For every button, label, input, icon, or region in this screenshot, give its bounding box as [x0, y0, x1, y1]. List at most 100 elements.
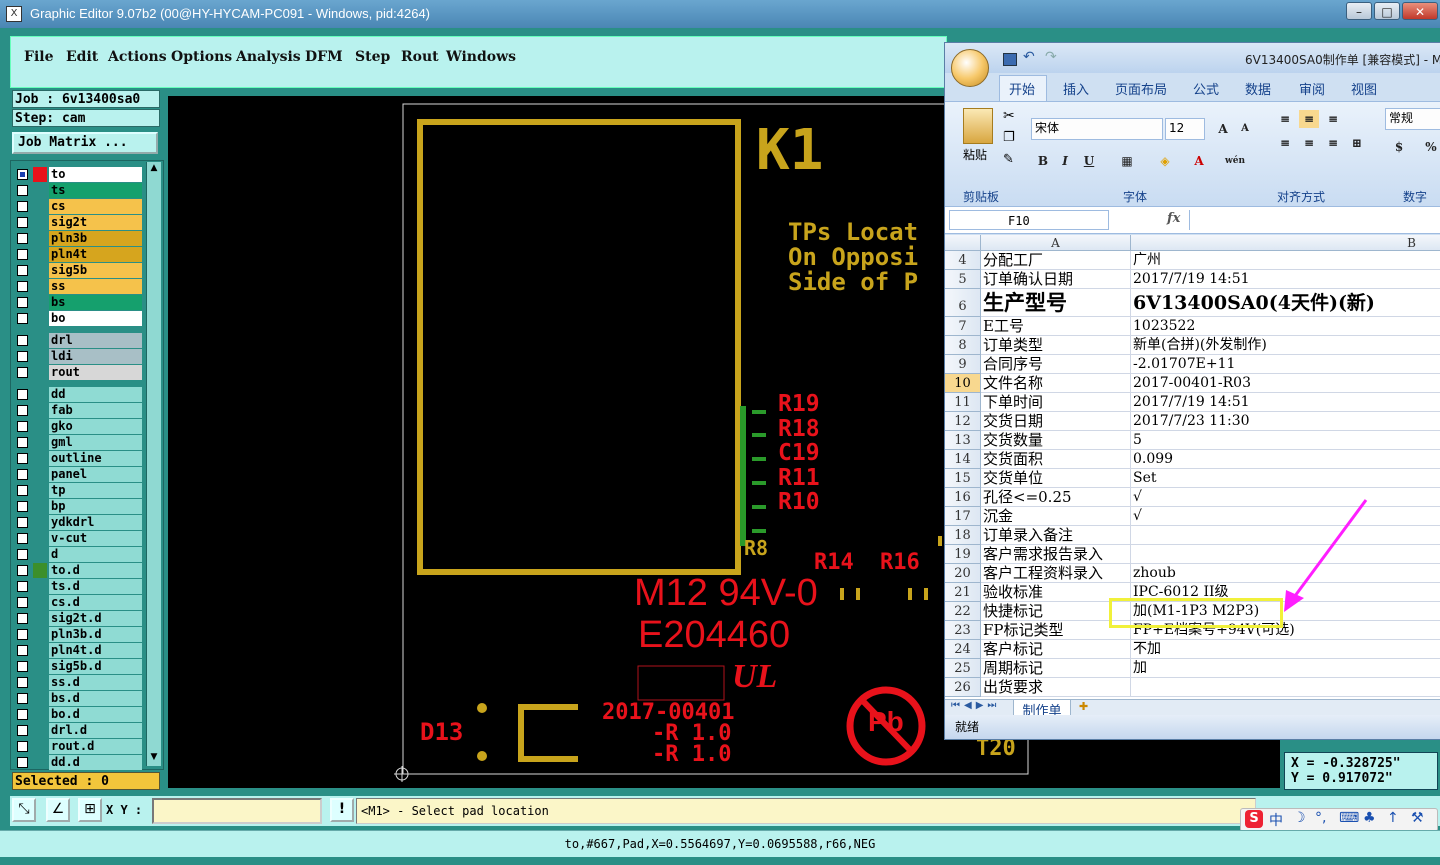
italic-icon[interactable]: I: [1055, 152, 1075, 170]
currency-icon[interactable]: $: [1389, 138, 1409, 156]
layer-name[interactable]: pln3b.d: [49, 627, 142, 642]
sheet-nav-icon[interactable]: ⏮◀▶⏭: [951, 700, 1000, 711]
row-header[interactable]: 24: [945, 640, 981, 659]
layer-checkbox[interactable]: [17, 741, 28, 752]
tab-insert[interactable]: 插入: [1063, 79, 1089, 98]
layer-checkbox[interactable]: [17, 405, 28, 416]
layer-checkbox[interactable]: [17, 169, 28, 180]
cell-b[interactable]: 2017/7/19 14:51: [1131, 270, 1440, 289]
tab-page-layout[interactable]: 页面布局: [1115, 79, 1167, 98]
row-header[interactable]: 14: [945, 450, 981, 469]
column-header-a[interactable]: A: [981, 235, 1131, 251]
row-header[interactable]: 13: [945, 431, 981, 450]
row-header[interactable]: 8: [945, 336, 981, 355]
layer-row-sig5b[interactable]: sig5b: [15, 263, 142, 278]
menu-options[interactable]: Options: [171, 49, 232, 65]
font-size-select[interactable]: 12: [1165, 118, 1205, 140]
formula-input[interactable]: [1189, 210, 1440, 230]
layer-row-cs[interactable]: cs: [15, 199, 142, 214]
layer-checkbox[interactable]: [17, 613, 28, 624]
layer-row-tp[interactable]: tp: [15, 483, 142, 498]
cell-b[interactable]: 2017-00401-R03: [1131, 374, 1440, 393]
layer-row-dd[interactable]: dd: [15, 387, 142, 402]
layer-name[interactable]: to.d: [49, 563, 142, 578]
ime-toolbar[interactable]: S 中 ☽ °, ⌨ ♣ ↑ ⚒: [1240, 808, 1438, 832]
layer-row-ydkdrl[interactable]: ydkdrl: [15, 515, 142, 530]
layer-row-sig2t.d[interactable]: sig2t.d: [15, 611, 142, 626]
layer-checkbox[interactable]: [17, 201, 28, 212]
layer-row-pln4t.d[interactable]: pln4t.d: [15, 643, 142, 658]
menu-rout[interactable]: Rout: [401, 49, 439, 65]
layer-name[interactable]: ss.d: [49, 675, 142, 690]
layer-row-panel[interactable]: panel: [15, 467, 142, 482]
layer-checkbox[interactable]: [17, 597, 28, 608]
layer-checkbox[interactable]: [17, 233, 28, 244]
cell-a[interactable]: 交货日期: [981, 412, 1131, 431]
cell-b[interactable]: 广州: [1131, 251, 1440, 270]
layer-name[interactable]: pln4t: [49, 247, 142, 262]
row-header[interactable]: 22: [945, 602, 981, 621]
align-middle-icon[interactable]: ≡: [1299, 110, 1319, 128]
cell-b[interactable]: 0.099: [1131, 450, 1440, 469]
grow-font-icon[interactable]: A: [1213, 120, 1233, 138]
undo-icon[interactable]: ↶: [1023, 49, 1035, 65]
cell-b[interactable]: 1023522: [1131, 317, 1440, 336]
layer-name[interactable]: to: [49, 167, 142, 182]
function-icon[interactable]: fx: [1167, 211, 1180, 226]
layer-checkbox[interactable]: [17, 693, 28, 704]
layer-row-fab[interactable]: fab: [15, 403, 142, 418]
row-header[interactable]: 4: [945, 251, 981, 270]
layer-checkbox[interactable]: [17, 469, 28, 480]
layer-row-ss.d[interactable]: ss.d: [15, 675, 142, 690]
row-header[interactable]: 5: [945, 270, 981, 289]
xy-input[interactable]: [152, 798, 322, 824]
tab-home[interactable]: 开始: [1009, 79, 1035, 98]
layer-checkbox[interactable]: [17, 677, 28, 688]
cell-a[interactable]: 孔径<=0.25: [981, 488, 1131, 507]
layer-checkbox[interactable]: [17, 367, 28, 378]
format-painter-icon[interactable]: ✎: [1003, 152, 1014, 167]
spreadsheet-grid[interactable]: A B 4 分配工厂 广州 5 订单确认日期 2017/7/19 14:51 6 生产型号 6V…: [945, 235, 1440, 699]
layer-list-scrollbar[interactable]: ▲ ▼: [146, 162, 161, 766]
layer-row-rout[interactable]: rout: [15, 365, 142, 380]
layer-name[interactable]: sig5b.d: [49, 659, 142, 674]
layer-checkbox[interactable]: [17, 297, 28, 308]
row-header[interactable]: 23: [945, 621, 981, 640]
ime-logo-icon[interactable]: S: [1245, 810, 1263, 828]
cell-a[interactable]: 客户标记: [981, 640, 1131, 659]
layer-name[interactable]: rout.d: [49, 739, 142, 754]
row-header[interactable]: 15: [945, 469, 981, 488]
layer-row-sig5b.d[interactable]: sig5b.d: [15, 659, 142, 674]
align-right-icon[interactable]: ≡: [1323, 134, 1343, 152]
cell-a[interactable]: 合同序号: [981, 355, 1131, 374]
layer-name[interactable]: dd: [49, 387, 142, 402]
layer-name[interactable]: cs.d: [49, 595, 142, 610]
layer-name[interactable]: bo.d: [49, 707, 142, 722]
menu-analysis[interactable]: Analysis: [236, 49, 301, 65]
cell-a[interactable]: 分配工厂: [981, 251, 1131, 270]
layer-row-gml[interactable]: gml: [15, 435, 142, 450]
layer-row-pln3b[interactable]: pln3b: [15, 231, 142, 246]
cell-a[interactable]: 下单时间: [981, 393, 1131, 412]
cell-b[interactable]: 加: [1131, 659, 1440, 678]
cell-a[interactable]: E工号: [981, 317, 1131, 336]
ime-lang[interactable]: 中: [1269, 810, 1283, 830]
layer-row-bo[interactable]: bo: [15, 311, 142, 326]
cell-a[interactable]: 周期标记: [981, 659, 1131, 678]
layer-row-bp[interactable]: bp: [15, 499, 142, 514]
phonetic-icon[interactable]: wén: [1225, 152, 1245, 170]
cell-a[interactable]: 订单录入备注: [981, 526, 1131, 545]
layer-name[interactable]: ss: [49, 279, 142, 294]
ime-user-icon[interactable]: ♣: [1363, 810, 1376, 826]
row-header[interactable]: 26: [945, 678, 981, 697]
layer-row-v-cut[interactable]: v-cut: [15, 531, 142, 546]
menu-dfm[interactable]: DFM: [305, 49, 343, 65]
cut-icon[interactable]: ✂: [1003, 108, 1015, 124]
cell-a[interactable]: 订单确认日期: [981, 270, 1131, 289]
row-header[interactable]: 20: [945, 564, 981, 583]
fill-color-icon[interactable]: ◈: [1155, 152, 1175, 170]
cell-b[interactable]: 新单(合拼)(外发制作): [1131, 336, 1440, 355]
layer-checkbox[interactable]: [17, 501, 28, 512]
layer-row-gko[interactable]: gko: [15, 419, 142, 434]
layer-name[interactable]: sig2t: [49, 215, 142, 230]
